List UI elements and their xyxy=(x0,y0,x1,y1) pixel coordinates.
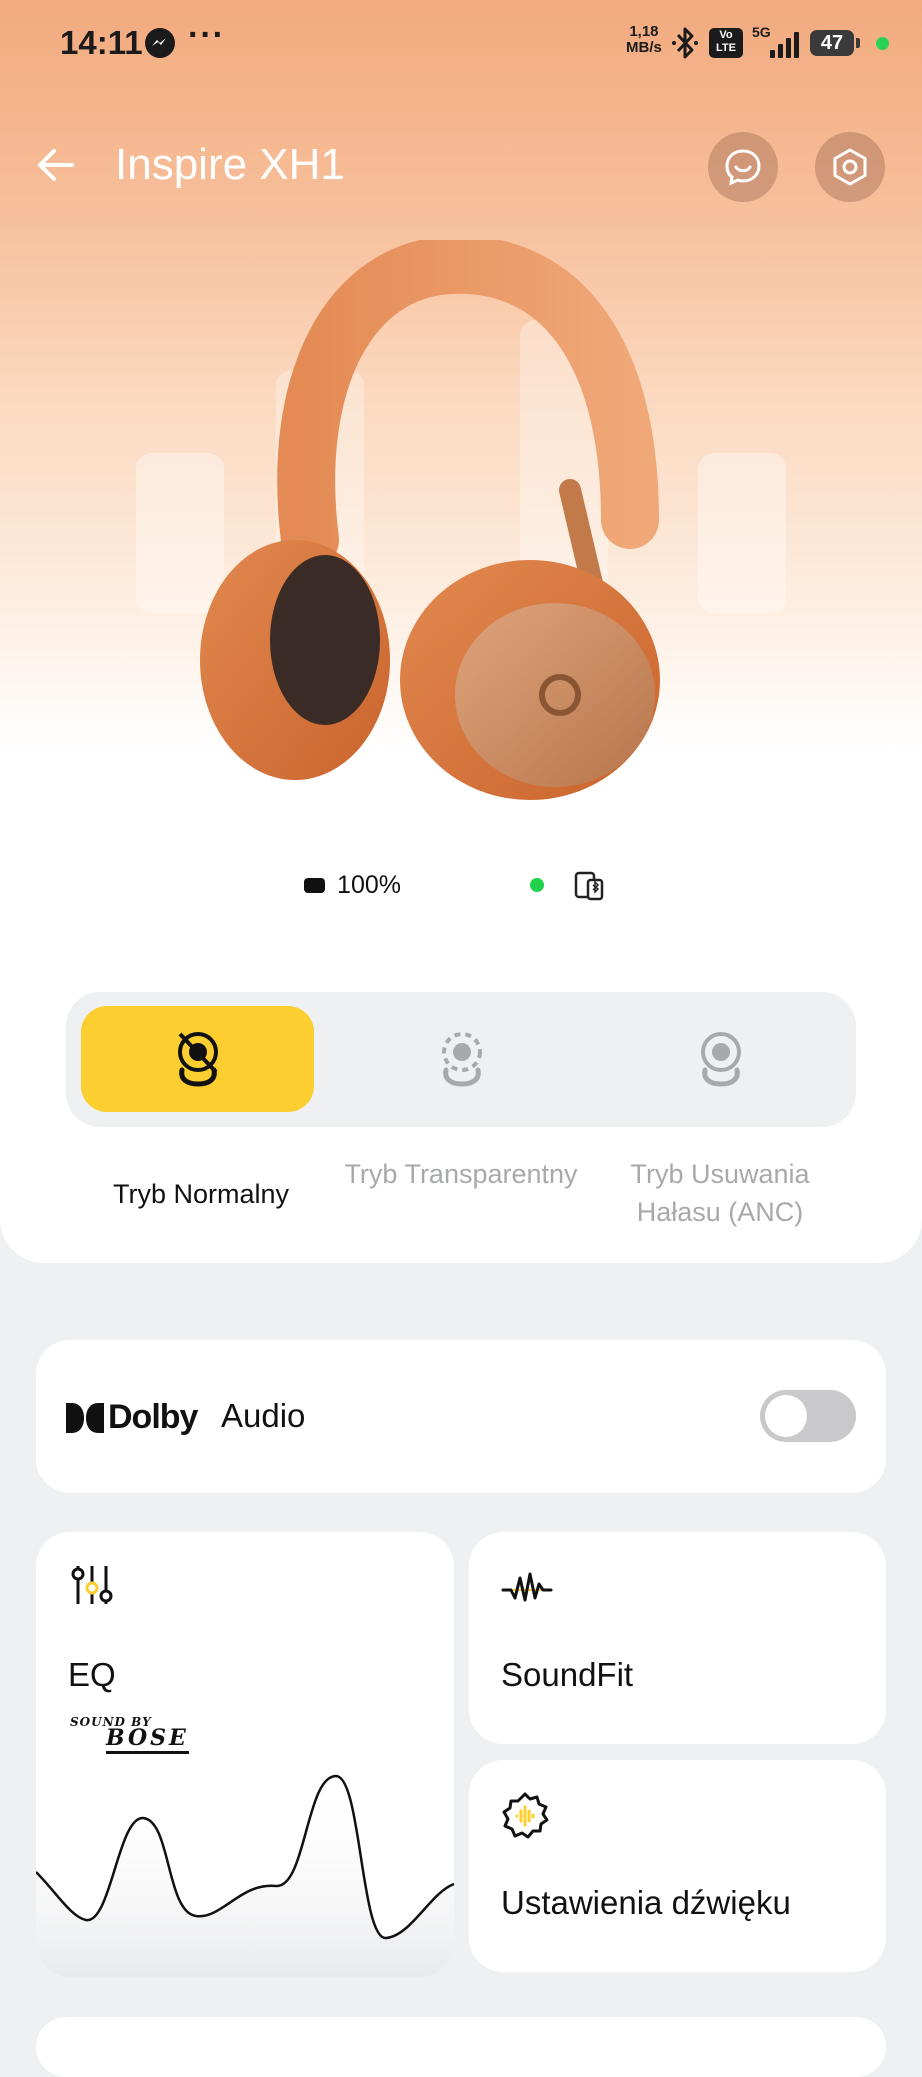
speed-value: 1,18 xyxy=(629,23,659,40)
mode-normal-button[interactable] xyxy=(81,1006,314,1112)
back-arrow-icon[interactable] xyxy=(32,140,82,190)
support-chat-button[interactable] xyxy=(708,132,778,202)
next-card xyxy=(36,2017,886,2077)
privacy-indicator-dot xyxy=(876,37,889,50)
mode-transparent-label[interactable]: Tryb Transparentny xyxy=(331,1155,591,1193)
normal-mode-icon xyxy=(177,1032,218,1087)
soundfit-tile[interactable] xyxy=(469,1532,886,1744)
battery-icon xyxy=(304,877,326,893)
sound-by-bose-logo: SOUND BY BOSE xyxy=(70,1715,189,1754)
transparency-mode-icon xyxy=(441,1032,482,1087)
volte-icon: Vo LTE xyxy=(709,28,743,58)
sound-settings-label: Ustawienia dźwięku xyxy=(501,1884,791,1921)
dolby-wordmark: Dolby xyxy=(108,1398,198,1436)
settings-button[interactable] xyxy=(815,132,885,202)
bluetooth-icon xyxy=(672,27,698,59)
sound-settings-gear-icon xyxy=(502,1792,549,1839)
noise-cancelling-icon xyxy=(700,1032,741,1087)
eq-tile[interactable] xyxy=(36,1532,454,1977)
more-notifications-icon: ··· xyxy=(188,16,225,54)
bose-line2: BOSE xyxy=(106,1725,189,1754)
signal-icon xyxy=(770,30,799,58)
dolby-audio-toggle[interactable] xyxy=(760,1390,856,1442)
volte-line2: LTE xyxy=(716,42,736,54)
soundfit-label: SoundFit xyxy=(501,1656,634,1693)
connected-dot xyxy=(530,878,544,892)
battery-indicator: 47 xyxy=(810,30,860,56)
volte-line1: Vo xyxy=(719,29,733,41)
dolby-logo: Dolby xyxy=(66,1398,198,1437)
eq-label: EQ xyxy=(68,1656,116,1693)
soundfit-waveform-icon xyxy=(501,1572,553,1602)
eq-sliders-icon xyxy=(71,1566,113,1604)
mode-anc-button[interactable] xyxy=(604,1006,837,1112)
connection-chip[interactable] xyxy=(514,855,636,915)
battery-chip: 100% xyxy=(290,855,415,915)
messenger-icon xyxy=(145,28,175,58)
device-connection-icon xyxy=(574,871,604,901)
gear-icon xyxy=(833,148,867,186)
status-time: 14:11 xyxy=(60,24,143,61)
status-bar: 14:11 ··· 1,18 MB/s Vo LTE 5G 47 xyxy=(0,0,922,90)
battery-percent: 100% xyxy=(337,870,401,899)
headphones-image xyxy=(136,240,786,800)
network-speed: 1,18 MB/s xyxy=(626,24,662,56)
mode-normal-label[interactable]: Tryb Normalny xyxy=(71,1175,331,1213)
sound-settings-tile[interactable] xyxy=(469,1760,886,1972)
mode-transparent-button[interactable] xyxy=(345,1006,578,1112)
dolby-audio-label: Audio xyxy=(221,1397,306,1434)
toggle-knob xyxy=(765,1395,807,1437)
page-title: Inspire XH1 xyxy=(115,140,345,189)
chat-support-icon xyxy=(725,149,761,186)
mode-anc-label[interactable]: Tryb Usuwania Hałasu (ANC) xyxy=(590,1155,850,1231)
network-type: 5G xyxy=(752,24,771,40)
dolby-double-d-icon xyxy=(66,1402,104,1433)
speed-unit: MB/s xyxy=(626,39,662,56)
